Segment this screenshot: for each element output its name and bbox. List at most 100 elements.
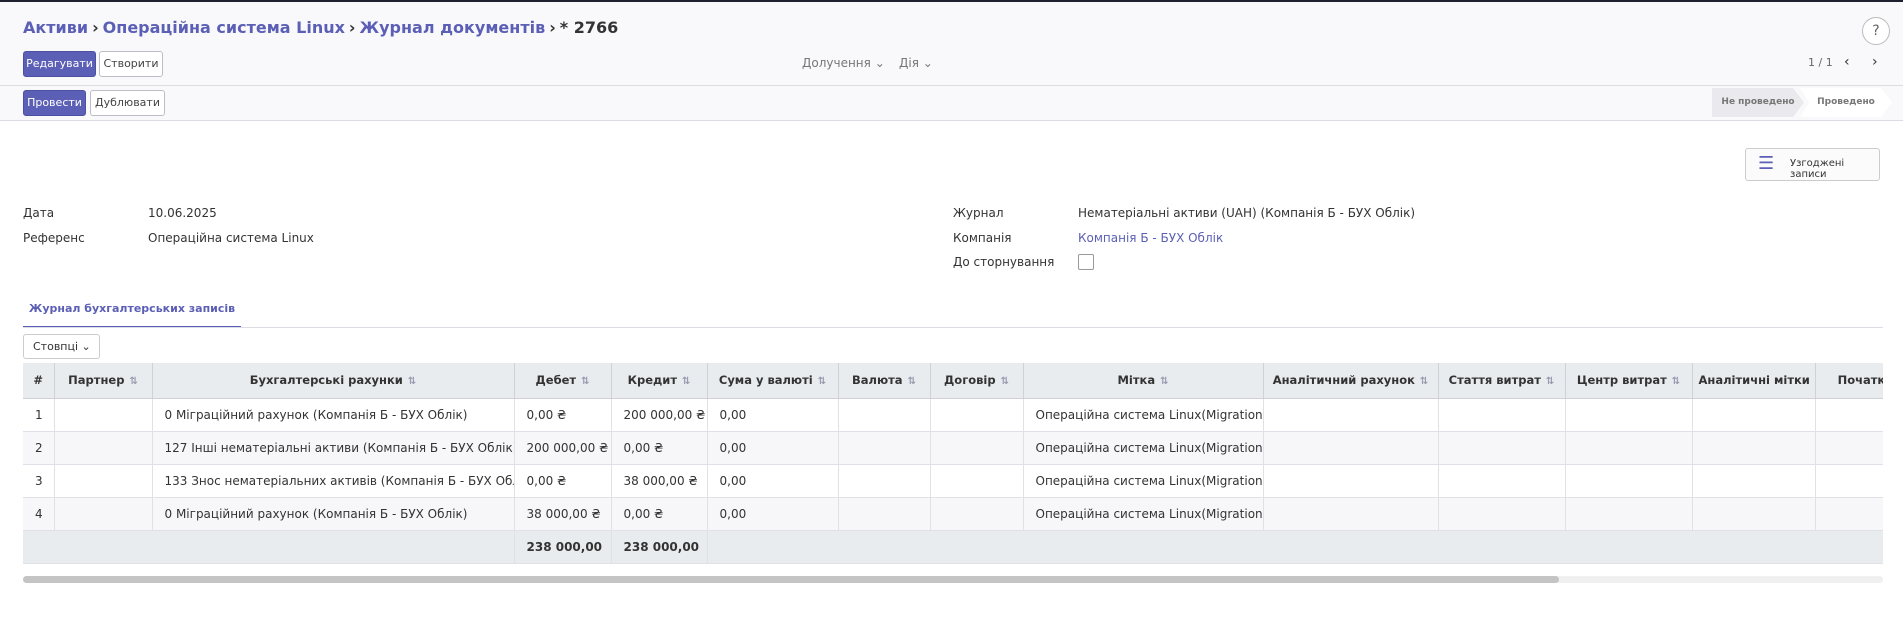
pager-next-icon[interactable]: › <box>1872 54 1878 70</box>
header-label: Бухгалтерські рахунки <box>249 373 403 388</box>
breadcrumb-item-asset[interactable]: Операційна система Linux <box>103 18 345 37</box>
cell-debit: 0,00 ₴ <box>514 464 612 498</box>
edit-button[interactable]: Редагувати <box>23 51 96 77</box>
company-label: Компанія <box>953 231 1012 245</box>
cell-partner <box>54 431 153 465</box>
header-amount-currency[interactable]: Сума у валюті ⇅ <box>707 363 839 399</box>
reverse-checkbox[interactable] <box>1078 254 1094 270</box>
columns-button[interactable]: Стовпці ⌄ <box>23 334 100 359</box>
list-icon: ☰ <box>1758 153 1775 174</box>
cell-number: 3 <box>23 464 55 498</box>
cell-number: 4 <box>23 497 55 531</box>
header-initial[interactable]: Початков <box>1815 363 1883 399</box>
header-label: Сума у валюті <box>718 373 813 388</box>
total-credit: 238 000,00 <box>611 530 708 564</box>
cell-debit: 38 000,00 ₴ <box>514 497 612 531</box>
cell-initial <box>1815 497 1883 531</box>
sort-icon: ⇅ <box>1671 376 1681 388</box>
tab-journal-items[interactable]: Журнал бухгалтерських записів <box>23 298 241 328</box>
chevron-right-icon: › <box>348 18 356 37</box>
cell-label: Операційна система Linux(Migration) <box>1023 398 1264 432</box>
header-partner[interactable]: Партнер ⇅ <box>54 363 153 399</box>
status-not-posted[interactable]: Не проведено <box>1712 88 1804 117</box>
sort-icon: ⇅ <box>1160 376 1169 388</box>
table-row[interactable]: 3 133 Знос нематеріальних активів (Компа… <box>23 464 1883 498</box>
header-analytic-account[interactable]: Аналітичний рахунок ⇅ <box>1263 363 1439 399</box>
header-currency[interactable]: Валюта ⇅ <box>838 363 931 399</box>
pager-value[interactable]: 1 / 1 <box>1808 56 1833 69</box>
columns-label: Стовпці <box>33 340 79 353</box>
table-row[interactable]: 4 0 Міграційний рахунок (Компанія Б - БУ… <box>23 497 1883 531</box>
chevron-right-icon: › <box>549 18 556 37</box>
sort-icon: ⇅ <box>1419 376 1429 388</box>
header-contract[interactable]: Договір ⇅ <box>930 363 1024 399</box>
cell-partner <box>54 464 153 498</box>
totals-spacer <box>23 530 515 564</box>
cell-initial <box>1815 464 1883 498</box>
cell-account: 0 Міграційний рахунок (Компанія Б - БУХ … <box>152 398 515 432</box>
cell-currency <box>838 431 931 465</box>
header-label: Дебет <box>535 373 577 388</box>
cell-label: Операційна система Linux(Migration) <box>1023 431 1264 465</box>
cell-initial <box>1815 431 1883 465</box>
action-dropdown[interactable]: Дія ⌄ <box>899 56 933 70</box>
cell-account: 0 Міграційний рахунок (Компанія Б - БУХ … <box>152 497 515 531</box>
header-analytic-tags[interactable]: Аналітичні мітки <box>1692 363 1816 399</box>
cell-label: Операційна система Linux(Migration) <box>1023 464 1264 498</box>
cell-currency <box>838 464 931 498</box>
horizontal-scrollbar-thumb[interactable] <box>23 576 1559 583</box>
header-label: Аналітичний рахунок <box>1272 373 1415 388</box>
header-debit[interactable]: Дебет ⇅ <box>514 363 612 399</box>
status-posted[interactable]: Проведено <box>1800 88 1892 117</box>
post-button[interactable]: Провести <box>23 90 86 116</box>
duplicate-button[interactable]: Дублювати <box>90 90 165 116</box>
header-expense-item[interactable]: Стаття витрат ⇅ <box>1438 363 1566 399</box>
header-credit[interactable]: Кредит ⇅ <box>611 363 708 399</box>
breadcrumb-item-assets[interactable]: Активи <box>23 18 88 37</box>
related-records-button[interactable]: ☰ Узгоджені записи <box>1745 148 1880 181</box>
header-account[interactable]: Бухгалтерські рахунки ⇅ <box>152 363 515 399</box>
cell-analytic-account <box>1263 464 1439 498</box>
cell-amount-currency: 0,00 <box>707 398 839 432</box>
cell-cost-center <box>1565 497 1693 531</box>
breadcrumb-current: * 2766 <box>559 18 619 37</box>
cell-account: 127 Інші нематеріальні активи (Компанія … <box>152 431 515 465</box>
cell-expense-item <box>1438 398 1566 432</box>
date-label: Дата <box>23 206 55 220</box>
chevron-down-icon: ⌄ <box>922 56 933 70</box>
table-header-row: # Партнер ⇅ Бухгалтерські рахунки ⇅ Дебет ⇅… <box>23 363 1883 399</box>
company-link[interactable]: Компанія Б - БУХ Облік <box>1078 231 1223 245</box>
cell-currency <box>838 398 931 432</box>
cell-cost-center <box>1565 464 1693 498</box>
cell-contract <box>930 497 1024 531</box>
cell-account: 133 Знос нематеріальних активів (Компані… <box>152 464 515 498</box>
table-row[interactable]: 1 0 Міграційний рахунок (Компанія Б - БУ… <box>23 398 1883 432</box>
cell-label: Операційна система Linux(Migration) <box>1023 497 1264 531</box>
pager-previous-icon[interactable]: ‹ <box>1844 54 1850 70</box>
sort-icon: ⇅ <box>407 376 417 388</box>
cell-cost-center <box>1565 431 1693 465</box>
cell-debit: 0,00 ₴ <box>514 398 612 432</box>
totals-rest <box>707 530 1883 564</box>
cell-contract <box>930 464 1024 498</box>
breadcrumb-item-journal[interactable]: Журнал документів <box>360 18 546 37</box>
action-label: Дія <box>899 56 919 70</box>
header-label-col[interactable]: Мітка ⇅ <box>1023 363 1264 399</box>
breadcrumb: Активи › Операційна система Linux › Журнал д… <box>23 18 618 37</box>
cell-contract <box>930 398 1024 432</box>
header-cost-center[interactable]: Центр витрат ⇅ <box>1565 363 1693 399</box>
sort-icon: ⇅ <box>129 376 138 388</box>
header-number[interactable]: # <box>23 363 55 399</box>
cell-contract <box>930 431 1024 465</box>
journal-value: Нематеріальні активи (UAH) (Компанія Б -… <box>1078 206 1416 220</box>
cell-credit: 38 000,00 ₴ <box>611 464 708 498</box>
cell-partner <box>54 398 153 432</box>
attachments-dropdown[interactable]: Долучення ⌄ <box>802 56 885 70</box>
header-label: Кредит <box>627 373 678 388</box>
cell-currency <box>838 497 931 531</box>
cell-analytic-tags <box>1692 464 1816 498</box>
create-button[interactable]: Створити <box>99 51 163 77</box>
journal-label: Журнал <box>953 206 1004 220</box>
help-button[interactable]: ? <box>1862 17 1890 45</box>
table-row[interactable]: 2 127 Інші нематеріальні активи (Компані… <box>23 431 1883 465</box>
